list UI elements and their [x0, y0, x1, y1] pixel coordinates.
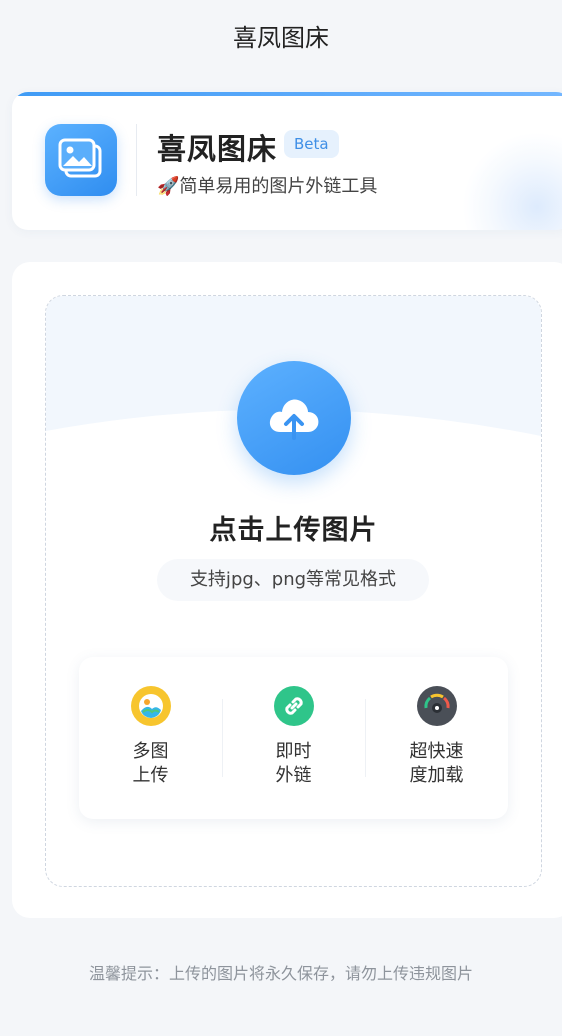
upload-card: 点击上传图片 支持jpg、png等常见格式 多图 上传 即时 外链 超快速 度加… [12, 262, 562, 918]
app-title: 喜凤图床 [157, 132, 278, 166]
beta-badge: Beta [284, 130, 339, 158]
feature-fast-loading: 超快速 度加载 [365, 657, 508, 819]
image-stack-icon [45, 124, 117, 196]
feature-multi-upload: 多图 上传 [79, 657, 222, 819]
footer-tip: 温馨提示：上传的图片将永久保存，请勿上传违规图片 [88, 964, 473, 983]
header-accent-bar [12, 92, 562, 96]
nav-title: 喜凤图床 [233, 23, 329, 52]
header-glow-decoration [462, 132, 562, 230]
feature-label: 多图 上传 [132, 741, 169, 786]
feature-label: 超快速 度加载 [409, 741, 464, 786]
feature-instant-link: 即时 外链 [222, 657, 365, 819]
multi-image-icon [130, 686, 171, 726]
link-icon [273, 686, 314, 726]
app-header-card: 喜凤图床 Beta 🚀简单易用的图片外链工具 [12, 92, 562, 230]
supported-formats-pill: 支持jpg、png等常见格式 [157, 559, 429, 601]
feature-panel: 多图 上传 即时 外链 超快速 度加载 [79, 657, 508, 819]
app-tagline: 🚀简单易用的图片外链工具 [157, 176, 378, 197]
nav-bar: 喜凤图床 [0, 0, 562, 70]
upload-title: 点击上传图片 [209, 515, 378, 546]
upload-dropzone[interactable]: 点击上传图片 支持jpg、png等常见格式 多图 上传 即时 外链 超快速 度加… [45, 295, 542, 887]
speedometer-icon [416, 686, 457, 726]
feature-label: 即时 外链 [275, 741, 312, 786]
cloud-upload-icon[interactable] [237, 361, 351, 475]
header-divider [136, 124, 137, 196]
